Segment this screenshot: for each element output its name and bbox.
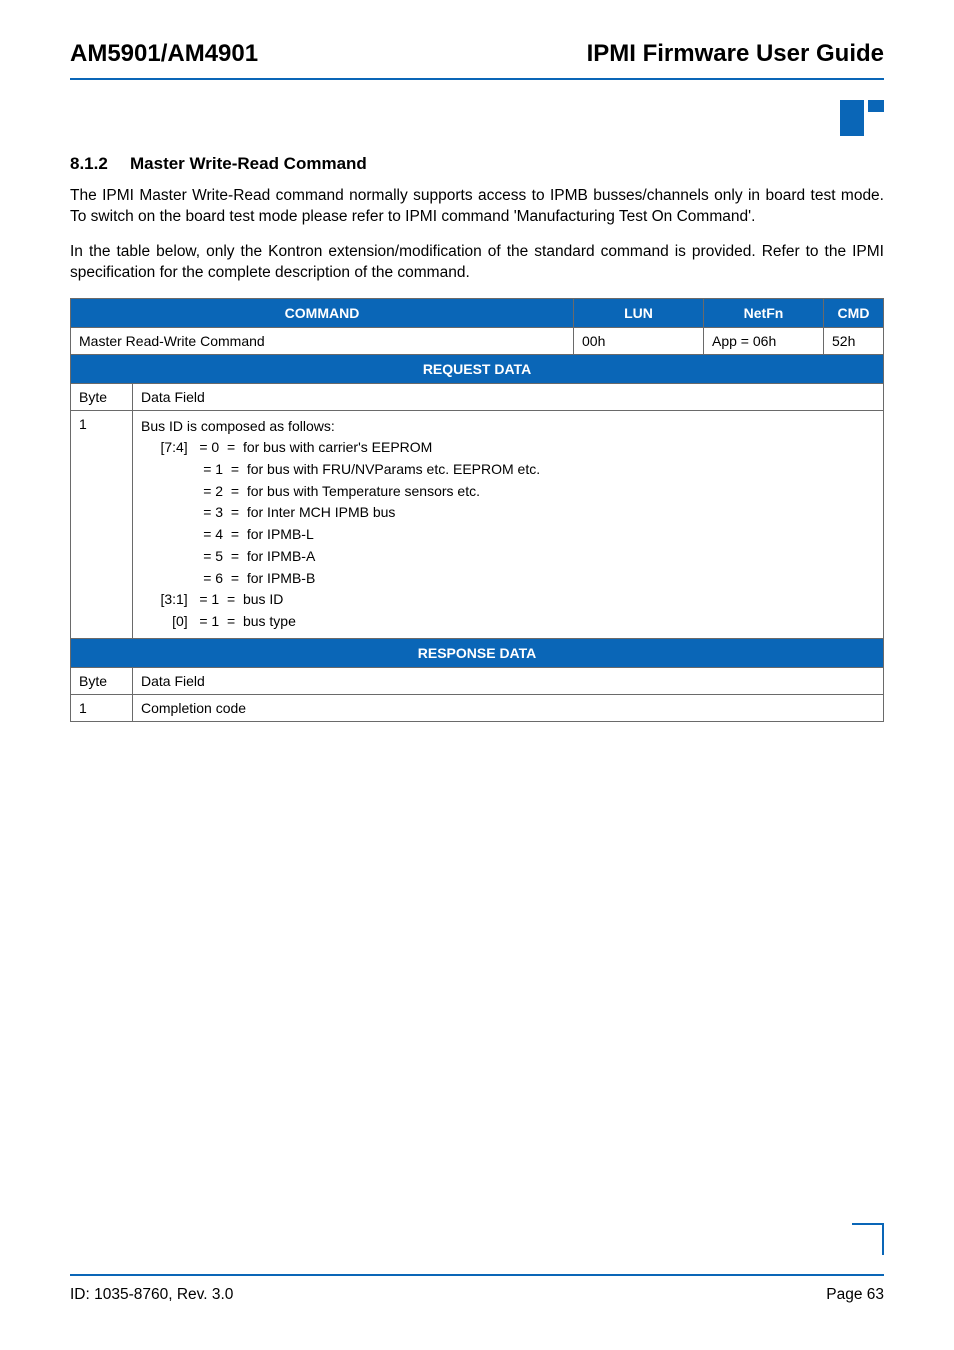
bus-line: = 5 = for IPMB-A	[141, 546, 875, 568]
cell-datafield-label: Data Field	[133, 383, 884, 410]
th-response-data: RESPONSE DATA	[71, 638, 884, 667]
table-row: Byte Data Field	[71, 383, 884, 410]
bus-line: [3:1] = 1 = bus ID	[141, 589, 875, 611]
page-footer: ID: 1035-8760, Rev. 3.0 Page 63	[70, 1274, 884, 1304]
cell-byte-value: 1	[71, 410, 133, 638]
corner-bracket-icon	[852, 1223, 884, 1255]
bus-line: Bus ID is composed as follows:	[141, 416, 875, 438]
table-row: Master Read-Write Command 00h App = 06h …	[71, 327, 884, 354]
cell-byte-label: Byte	[71, 667, 133, 694]
th-cmd: CMD	[824, 298, 884, 327]
bus-line: [7:4] = 0 = for bus with carrier's EEPRO…	[141, 437, 875, 459]
cell-bus-id-block: Bus ID is composed as follows: [7:4] = 0…	[133, 410, 884, 638]
command-table: COMMAND LUN NetFn CMD Master Read-Write …	[70, 298, 884, 722]
table-row: 1 Completion code	[71, 694, 884, 721]
footer-page: Page 63	[826, 1286, 884, 1304]
th-request-data: REQUEST DATA	[71, 354, 884, 383]
th-netfn: NetFn	[704, 298, 824, 327]
section-heading: 8.1.2 Master Write-Read Command	[70, 154, 884, 174]
bus-line: = 1 = for bus with FRU/NVParams etc. EEP…	[141, 459, 875, 481]
cell-byte-label: Byte	[71, 383, 133, 410]
section-number: 8.1.2	[70, 154, 130, 174]
footer-rule	[70, 1274, 884, 1276]
footer-id: ID: 1035-8760, Rev. 3.0	[70, 1286, 233, 1304]
cell-cmd: 52h	[824, 327, 884, 354]
bus-line: [0] = 1 = bus type	[141, 611, 875, 633]
header-left: AM5901/AM4901	[70, 40, 258, 68]
cell-completion-code: Completion code	[133, 694, 884, 721]
header-right: IPMI Firmware User Guide	[587, 40, 884, 68]
cell-datafield-label: Data Field	[133, 667, 884, 694]
footer-row: ID: 1035-8760, Rev. 3.0 Page 63	[70, 1286, 884, 1304]
cell-command-name: Master Read-Write Command	[71, 327, 574, 354]
bus-line: = 6 = for IPMB-B	[141, 568, 875, 590]
bus-line: = 2 = for bus with Temperature sensors e…	[141, 481, 875, 503]
cell-byte-value: 1	[71, 694, 133, 721]
paragraph-2: In the table below, only the Kontron ext…	[70, 242, 884, 284]
bus-line: = 3 = for Inter MCH IPMB bus	[141, 502, 875, 524]
section-title: Master Write-Read Command	[130, 154, 367, 174]
table-row: 1 Bus ID is composed as follows: [7:4] =…	[71, 410, 884, 638]
header-rule	[70, 78, 884, 80]
brand-logo-icon	[840, 100, 884, 136]
bus-line: = 4 = for IPMB-L	[141, 524, 875, 546]
paragraph-1: The IPMI Master Write-Read command norma…	[70, 186, 884, 228]
cell-lun: 00h	[574, 327, 704, 354]
table-header-row: COMMAND LUN NetFn CMD	[71, 298, 884, 327]
request-header-row: REQUEST DATA	[71, 354, 884, 383]
th-lun: LUN	[574, 298, 704, 327]
page-header: AM5901/AM4901 IPMI Firmware User Guide	[70, 40, 884, 68]
th-command: COMMAND	[71, 298, 574, 327]
response-header-row: RESPONSE DATA	[71, 638, 884, 667]
cell-netfn: App = 06h	[704, 327, 824, 354]
bus-id-block: Bus ID is composed as follows: [7:4] = 0…	[141, 416, 875, 633]
logo-area	[70, 100, 884, 136]
table-row: Byte Data Field	[71, 667, 884, 694]
